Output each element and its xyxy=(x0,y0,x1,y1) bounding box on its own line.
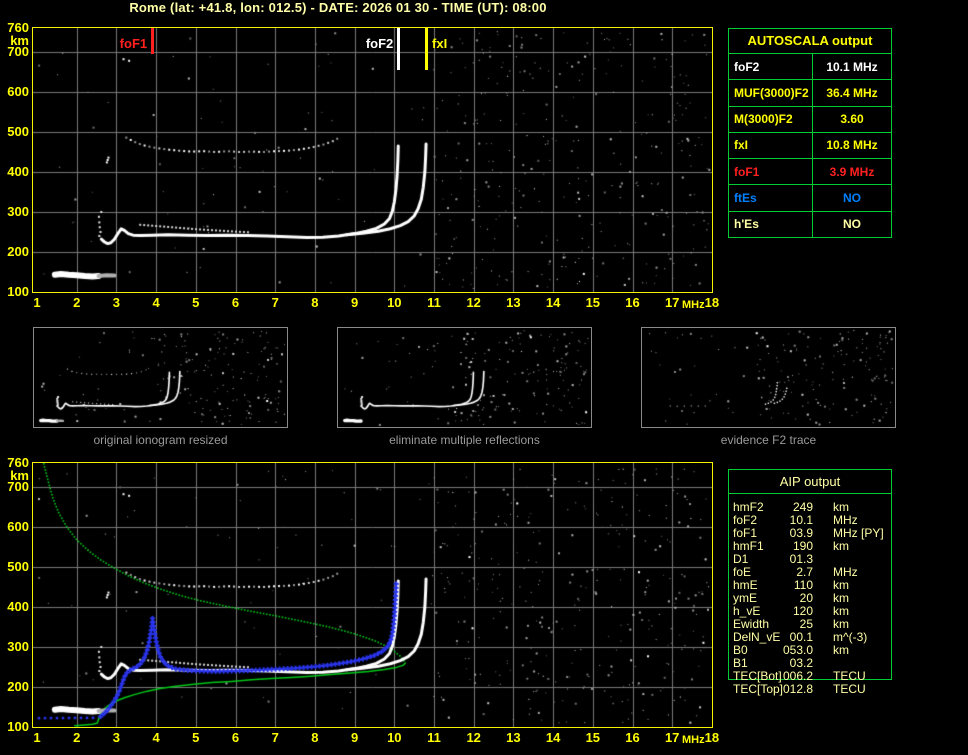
param-note: [PY] xyxy=(861,526,884,540)
autoscala-row-fof2: foF2 10.1 MHz xyxy=(729,54,891,81)
autoscala-row-fxi: fxI 10.8 MHz xyxy=(729,132,891,160)
x-tick-label: 13 xyxy=(506,730,521,745)
x-tick-label: 5 xyxy=(192,730,200,745)
param-unit: TECU xyxy=(833,682,866,696)
param-label: M(3000)F2 xyxy=(729,106,813,132)
x-tick-label: 16 xyxy=(625,730,640,745)
x-tick-label: 13 xyxy=(506,295,521,310)
fxi-marker-line xyxy=(424,28,428,70)
panel-canvas-evidence-f2-trace xyxy=(642,328,895,427)
x-tick-label: 7 xyxy=(271,295,279,310)
top-ionogram-canvas xyxy=(33,28,712,292)
aip-row-tectop: TEC[Top] 012.8 TECU xyxy=(733,683,888,696)
autoscala-output-table: AUTOSCALA output foF2 10.1 MHz MUF(3000)F2… xyxy=(728,28,892,238)
y-axis-unit-km: km xyxy=(10,468,29,483)
autoscala-table-header: AUTOSCALA output xyxy=(729,29,891,54)
y-axis-unit-km: km xyxy=(10,33,29,48)
y-tick-label: 600 xyxy=(7,519,29,534)
x-tick-label: 10 xyxy=(387,295,402,310)
param-value: NO xyxy=(843,191,861,206)
aip-table-header: AIP output xyxy=(729,470,891,494)
bottom-ionogram-canvas xyxy=(33,463,712,727)
x-axis-unit-mhz: MHz xyxy=(682,299,705,311)
x-tick-label: 14 xyxy=(545,295,561,310)
panel-canvas-original-ionogram xyxy=(34,328,287,427)
x-tick-label: 5 xyxy=(192,295,200,310)
fof1-marker-label: foF1 xyxy=(119,36,148,51)
x-tick-label: 12 xyxy=(466,730,481,745)
param-value: 10.8 MHz xyxy=(826,138,878,153)
x-tick-label: 6 xyxy=(231,730,240,745)
param-value: 3.60 xyxy=(840,112,864,127)
fof2-marker-line xyxy=(396,28,400,70)
fof2-marker-label: foF2 xyxy=(365,36,394,51)
y-tick-label: 400 xyxy=(7,164,29,179)
x-tick-label: 4 xyxy=(152,295,160,310)
autoscala-row-ftes: ftEs NO xyxy=(729,185,891,212)
param-label: ftEs xyxy=(729,185,813,211)
x-tick-label: 12 xyxy=(466,295,481,310)
y-tick-label: 500 xyxy=(7,559,29,574)
y-tick-label: 400 xyxy=(7,599,29,614)
y-tick-label: 300 xyxy=(7,639,29,654)
autoscala-row-muf3000f2: MUF(3000)F2 36.4 MHz xyxy=(729,80,891,107)
fof1-marker-line xyxy=(150,28,154,54)
autoscala-row-fof1: foF1 3.9 MHz xyxy=(729,159,891,186)
autoscala-row-m3000f2: M(3000)F2 3.60 xyxy=(729,106,891,133)
x-tick-label: 1 xyxy=(33,730,41,745)
x-tick-label: 8 xyxy=(311,730,319,745)
param-label: MUF(3000)F2 xyxy=(729,80,813,106)
panel-caption-eliminate-reflections: eliminate multiple reflections xyxy=(389,433,540,447)
x-tick-label: 1 xyxy=(33,295,41,310)
x-tick-label: 11 xyxy=(427,295,441,310)
x-tick-label: 3 xyxy=(112,730,120,745)
autoscala-app-window: Rome (lat: +41.8, lon: 012.5) - DATE: 20… xyxy=(0,0,968,755)
y-tick-label: 300 xyxy=(7,204,29,219)
fxi-marker-label: fxI xyxy=(432,36,448,51)
x-tick-label: 15 xyxy=(585,295,601,310)
param-label: foF1 xyxy=(729,159,813,185)
y-tick-label: 200 xyxy=(7,244,29,259)
x-axis-unit-mhz: MHz xyxy=(682,734,705,746)
x-tick-label: 6 xyxy=(231,295,240,310)
param-value: 3.9 MHz xyxy=(829,164,875,179)
y-tick-label: 500 xyxy=(7,124,29,139)
x-tick-label: 14 xyxy=(545,730,561,745)
x-tick-label: 3 xyxy=(112,295,120,310)
x-tick-label: 16 xyxy=(625,295,640,310)
x-tick-label: 8 xyxy=(311,295,319,310)
param-value: NO xyxy=(843,217,861,232)
page-title: Rome (lat: +41.8, lon: 012.5) - DATE: 20… xyxy=(129,0,547,15)
y-tick-label: 200 xyxy=(7,679,29,694)
panel-caption-original-ionogram: original ionogram resized xyxy=(93,433,228,447)
panel-canvas-eliminate-reflections xyxy=(338,328,591,427)
param-label: h'Es xyxy=(729,211,813,237)
y-tick-label: 600 xyxy=(7,84,29,99)
param-value: 10.1 MHz xyxy=(826,59,878,74)
x-tick-label: 11 xyxy=(427,730,441,745)
param-value: 36.4 MHz xyxy=(826,85,878,100)
panel-caption-evidence-f2-trace: evidence F2 trace xyxy=(720,433,817,447)
x-tick-label: 4 xyxy=(152,730,160,745)
param-unit: km xyxy=(833,539,849,553)
x-tick-label: 10 xyxy=(387,730,402,745)
autoscala-table-rows: foF2 10.1 MHz MUF(3000)F2 36.4 MHz M(3000)F2… xyxy=(729,54,891,237)
x-tick-label: 7 xyxy=(271,730,279,745)
param-label: fxI xyxy=(729,132,813,159)
x-tick-label: 2 xyxy=(73,295,81,310)
x-tick-label: 9 xyxy=(350,295,359,310)
autoscala-row-hes: h'Es NO xyxy=(729,211,891,237)
x-tick-label: 15 xyxy=(585,730,601,745)
param-label: foF2 xyxy=(729,54,813,80)
x-tick-label: 2 xyxy=(73,730,81,745)
x-tick-label: 9 xyxy=(350,730,359,745)
param-value: 012.8 xyxy=(782,682,813,696)
param-unit: km xyxy=(833,643,849,657)
